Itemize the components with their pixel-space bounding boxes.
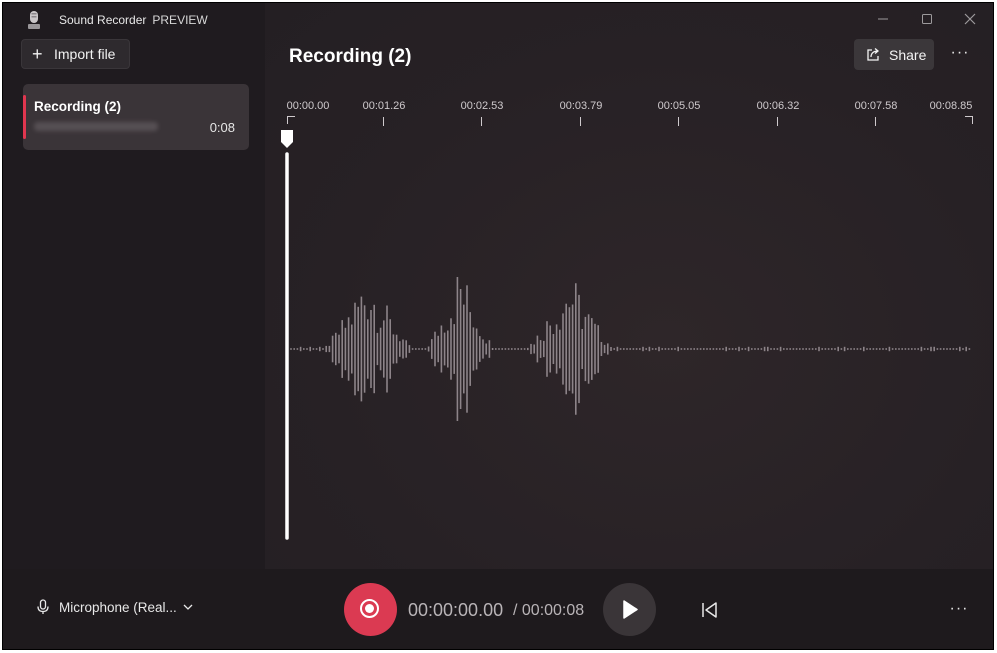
sidebar: Sound Recorder PREVIEW + Import file Reco…	[3, 3, 265, 569]
timeline-tick	[875, 117, 876, 126]
play-button[interactable]	[603, 583, 656, 636]
timeline-tick-label: 00:01.26	[362, 100, 406, 112]
timeline-tick-label: 00:03.79	[559, 100, 603, 112]
record-dot	[365, 604, 374, 613]
more-options-button[interactable]: ···	[947, 43, 973, 67]
playhead[interactable]	[281, 130, 293, 540]
timeline-tick-label: 00:06.32	[756, 100, 800, 112]
waveform-bars	[290, 277, 971, 421]
preview-badge: PREVIEW	[152, 13, 208, 27]
maximize-icon	[922, 14, 932, 24]
recording-list-item[interactable]: Recording (2) 0:08	[23, 84, 249, 150]
waveform	[281, 130, 971, 540]
timeline-tick	[678, 117, 679, 126]
maximize-button[interactable]	[915, 9, 939, 31]
minimize-button[interactable]	[871, 9, 895, 31]
timeline-tick-label: 00:05.05	[657, 100, 701, 112]
recording-duration: 0:08	[209, 120, 235, 135]
timeline-tick	[777, 117, 778, 126]
timeline-end-marker	[965, 116, 973, 124]
close-icon	[964, 13, 976, 25]
selected-indicator	[23, 95, 26, 139]
microphone-icon	[37, 599, 49, 614]
recording-name: Recording (2)	[34, 99, 122, 114]
timeline-tick	[383, 117, 384, 126]
sound-recorder-window: Sound Recorder PREVIEW + Import file Reco…	[2, 2, 994, 650]
total-time: / 00:00:08	[513, 602, 585, 619]
minimize-icon	[878, 18, 888, 20]
timeline-tick-label: 00:08.85	[929, 100, 973, 112]
timeline-tick-label: 00:07.58	[854, 100, 898, 112]
play-icon	[623, 600, 638, 619]
recording-detail-pane: Recording (2) Share ··· 00:00.00 00:01.2…	[265, 3, 993, 569]
timeline-tick	[481, 117, 482, 126]
timeline-start-marker	[287, 116, 295, 124]
app-name: Sound Recorder	[59, 13, 147, 27]
skip-to-start-button[interactable]	[697, 599, 721, 621]
playback-bar: Microphone (Real... 00:00:00.00 / 00:00:…	[3, 569, 993, 649]
microphone-selector[interactable]: Microphone (Real...	[37, 599, 203, 615]
microphone-label: Microphone (Real...	[59, 599, 177, 615]
share-label: Share	[889, 46, 927, 63]
record-button[interactable]	[344, 583, 397, 636]
timeline-tick-label: 00:00.00	[286, 100, 330, 112]
timeline-tick-label: 00:02.53	[460, 100, 504, 112]
share-icon	[867, 47, 880, 61]
chevron-down-icon	[183, 604, 193, 610]
microphone-app-icon	[28, 11, 40, 29]
recording-title: Recording (2)	[289, 46, 412, 67]
current-time: 00:00:00.00	[408, 600, 504, 620]
more-options-button[interactable]: ···	[946, 601, 972, 621]
close-button[interactable]	[958, 9, 982, 31]
import-file-button[interactable]: + Import file	[21, 39, 130, 69]
app-title: Sound Recorder PREVIEW	[59, 13, 208, 27]
share-button[interactable]: Share	[854, 39, 934, 70]
plus-icon: +	[32, 44, 43, 64]
recording-date-redacted	[34, 122, 158, 131]
skip-back-icon	[702, 602, 717, 618]
timeline-tick	[580, 117, 581, 126]
import-file-label: Import file	[54, 46, 116, 62]
